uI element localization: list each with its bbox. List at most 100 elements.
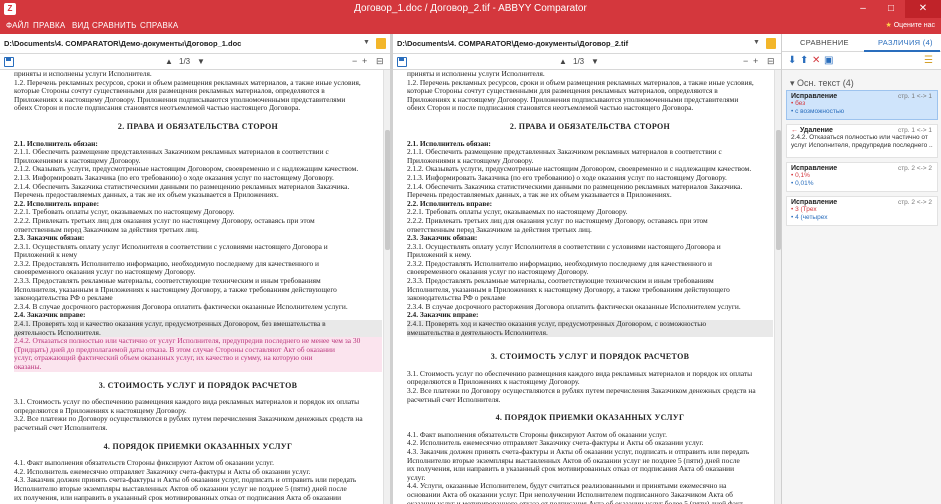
document-line: которые Стороны сочтут существенными для… — [407, 87, 718, 96]
menu-help[interactable]: СПРАВКА — [140, 21, 178, 30]
right-open-folder-icon[interactable] — [766, 38, 776, 49]
minimize-button[interactable]: ‒ — [849, 0, 877, 18]
left-page-next-icon[interactable]: ▼ — [197, 57, 205, 66]
document-line: 2.3.3. Предоставлять рекламные материалы… — [407, 277, 714, 286]
clause-heading: 2.4. Заказчик вправе: — [407, 310, 479, 320]
section-heading: 3. СТОИМОСТЬ УСЛУГ И ПОРЯДОК РАСЧЕТОВ — [490, 352, 690, 362]
document-line: приняты и исполнены услуги Исполнителя. — [407, 70, 545, 78]
right-document-view[interactable]: приняты и исполнены услуги Исполнителя. 1… — [393, 70, 781, 504]
section-heading: 3. СТОИМОСТЬ УСЛУГ И ПОРЯДОК РАСЧЕТОВ — [98, 380, 298, 390]
left-page-indicator: 1/3 — [179, 57, 191, 66]
left-zoom-out-icon[interactable]: − — [352, 56, 357, 66]
close-button[interactable]: ✕ — [905, 0, 941, 18]
difference-page: стр. 1 <-> 1 — [897, 127, 932, 134]
right-path-bar: D:\Documents\4. COMPARATOR\Демо-документ… — [393, 34, 781, 54]
document-line: 4.4. Услуги, оказанные Исполнителем, буд… — [407, 482, 727, 491]
document-line: 2.4.1. Проверять ход и качество оказания… — [14, 320, 382, 329]
difference-card[interactable]: Исправление стр. 1 <-> 1 • без • с возмо… — [786, 90, 938, 120]
panel-tabs: СРАВНЕНИЕ РАЗЛИЧИЯ (4) — [782, 34, 941, 52]
right-scrollbar[interactable] — [774, 70, 781, 504]
left-toolbar: ▲ 1/3 ▼ − + ⊟ — [0, 54, 390, 70]
document-line: (Тридцать) дней до предполагаемой даты о… — [14, 345, 382, 355]
section-heading: 4. ПОРЯДОК ПРИЕМКИ ОКАЗАННЫХ УСЛУГ — [495, 413, 685, 423]
group-main-text[interactable]: ▾ Осн. текст (4) — [790, 78, 854, 89]
document-line: 2.1.1. Обеспечить размещение представлен… — [14, 148, 329, 157]
document-line: приняты и исполнены услуги Исполнителя. — [14, 70, 152, 78]
right-zoom-in-icon[interactable]: + — [753, 56, 758, 66]
difference-type: Удаление — [800, 127, 833, 134]
left-save-icon[interactable] — [4, 57, 14, 67]
left-document-text: приняты и исполнены услуги Исполнителя. 1… — [14, 70, 382, 504]
clause-heading: 2.1. Исполнитель обязан: — [407, 138, 491, 148]
section-heading: 4. ПОРЯДОК ПРИЕМКИ ОКАЗАННЫХ УСЛУГ — [103, 441, 293, 451]
document-line: 2.4.2. Отказаться полностью или частично… — [14, 337, 382, 346]
document-line: Исполнителю вторые экземпляры выставленн… — [407, 456, 740, 465]
tab-differences[interactable]: РАЗЛИЧИЯ (4) — [878, 38, 933, 47]
left-file-path[interactable]: D:\Documents\4. COMPARATOR\Демо-документ… — [4, 39, 241, 48]
document-line: 2.1.3. Информировать Заказчика (по его т… — [407, 173, 727, 182]
clause-heading: 2.2. Исполнитель вправе: — [407, 198, 493, 208]
right-zoom-out-icon[interactable]: − — [743, 56, 748, 66]
rate-us-link[interactable]: ★ Оцените нас — [885, 21, 935, 29]
document-line: 2.1.4. Обеспечить Заказчика статистическ… — [407, 182, 743, 191]
difference-old: • без — [791, 100, 806, 107]
document-line: 2.1.2. Оказывать услуги, предусмотренные… — [407, 165, 752, 174]
difference-new: • 0,01% — [791, 180, 814, 187]
left-fit-icon[interactable]: ⊟ — [376, 56, 384, 67]
left-path-bar: D:\Documents\4. COMPARATOR\Демо-документ… — [0, 34, 390, 54]
document-line: 3.1. Стоимость услуг по обеспечению разм… — [14, 398, 360, 407]
next-difference-icon[interactable]: ⬇ — [788, 55, 796, 67]
left-zoom-in-icon[interactable]: + — [362, 56, 367, 66]
document-line: 4.1. Факт выполнения обязательств Сторон… — [14, 459, 274, 468]
clause-heading: 2.3. Заказчик обязан: — [14, 233, 85, 243]
right-file-path[interactable]: D:\Documents\4. COMPARATOR\Демо-документ… — [397, 39, 628, 48]
window-title: Договор_1.doc / Договор_2.tif - ABBYY Co… — [354, 3, 587, 14]
document-line: Исполнителя, указанным в Приложениях к н… — [407, 285, 730, 294]
document-line: оказании услуг и мотивированного отказа … — [407, 500, 773, 504]
document-line: своевременного оказания услуг по настоящ… — [14, 268, 196, 277]
ignore-difference-icon[interactable]: ✕ — [812, 55, 820, 67]
left-document-view[interactable]: приняты и исполнены услуги Исполнителя. 1… — [0, 70, 390, 504]
document-line: 2.1.2. Оказывать услуги, предусмотренные… — [14, 165, 359, 174]
difference-card[interactable]: ← Удаление стр. 1 <-> 1 2.4.2. Отказаться… — [786, 124, 938, 158]
difference-card[interactable]: Исправление стр. 2 <-> 2 • 3 (Трех • 4 (… — [786, 196, 938, 226]
clause-heading: 2.1. Исполнитель обязан: — [14, 138, 98, 148]
document-line: 2.1.1. Обеспечить размещение представлен… — [407, 148, 722, 157]
right-save-icon[interactable] — [397, 57, 407, 67]
menu-file[interactable]: ФАЙЛ — [6, 21, 29, 30]
left-open-folder-icon[interactable] — [376, 38, 386, 49]
document-line: законодательства РФ о рекламе — [407, 294, 506, 303]
menu-edit[interactable]: ПРАВКА — [33, 21, 65, 30]
document-line: 2.2.2. Привлекать третьих лиц для оказан… — [14, 216, 315, 225]
left-page-prev-icon[interactable]: ▲ — [165, 57, 173, 66]
menu-view[interactable]: ВИД — [72, 21, 89, 30]
view-options-icon[interactable]: ☰ — [924, 55, 933, 67]
document-line: Приложений к нему. — [407, 251, 472, 260]
deletion-arrow-icon: ← — [791, 127, 798, 134]
right-path-dropdown-icon[interactable]: ▼ — [753, 39, 760, 46]
document-line: своевременного оказания услуг по настоящ… — [407, 268, 589, 277]
right-page-prev-icon[interactable]: ▲ — [559, 57, 567, 66]
menu-compare[interactable]: СРАВНИТЬ — [92, 21, 137, 30]
document-line: основании Акта об оказании услуг. При не… — [407, 490, 733, 499]
section-heading: 2. ПРАВА И ОБЯЗАТЕЛЬСТВА СТОРОН — [117, 121, 279, 131]
document-line: Приложениями к настоящему Договору. — [407, 156, 534, 165]
previous-difference-icon[interactable]: ⬆ — [800, 55, 808, 67]
difference-card[interactable]: Исправление стр. 2 <-> 2 • 0,1% • 0,01% — [786, 162, 938, 192]
left-scrollbar[interactable] — [383, 70, 390, 504]
document-line: их получения, или направить в указанный … — [14, 493, 342, 502]
document-line: 2.1.3. Информировать Заказчика (по его т… — [14, 173, 334, 182]
tab-compare[interactable]: СРАВНЕНИЕ — [800, 38, 849, 47]
maximize-button[interactable]: □ — [877, 0, 905, 18]
document-line: 2.3.1. Осуществлять оплату услуг Исполни… — [14, 242, 328, 251]
right-page-next-icon[interactable]: ▼ — [591, 57, 599, 66]
clause-heading: 2.3. Заказчик обязан: — [407, 233, 478, 243]
rate-us-label: Оцените нас — [893, 22, 935, 29]
document-line: 2.3.2. Предоставлять Исполнителю информа… — [14, 259, 319, 268]
difference-text: услуг Исполнителя, предупредив последнег… — [791, 142, 933, 149]
difference-page: стр. 1 <-> 1 — [897, 93, 932, 100]
difference-old: • 3 (Трех — [791, 206, 817, 213]
save-report-icon[interactable]: ▣ — [824, 55, 833, 67]
right-fit-icon[interactable]: ⊟ — [767, 56, 775, 67]
left-path-dropdown-icon[interactable]: ▼ — [363, 39, 370, 46]
